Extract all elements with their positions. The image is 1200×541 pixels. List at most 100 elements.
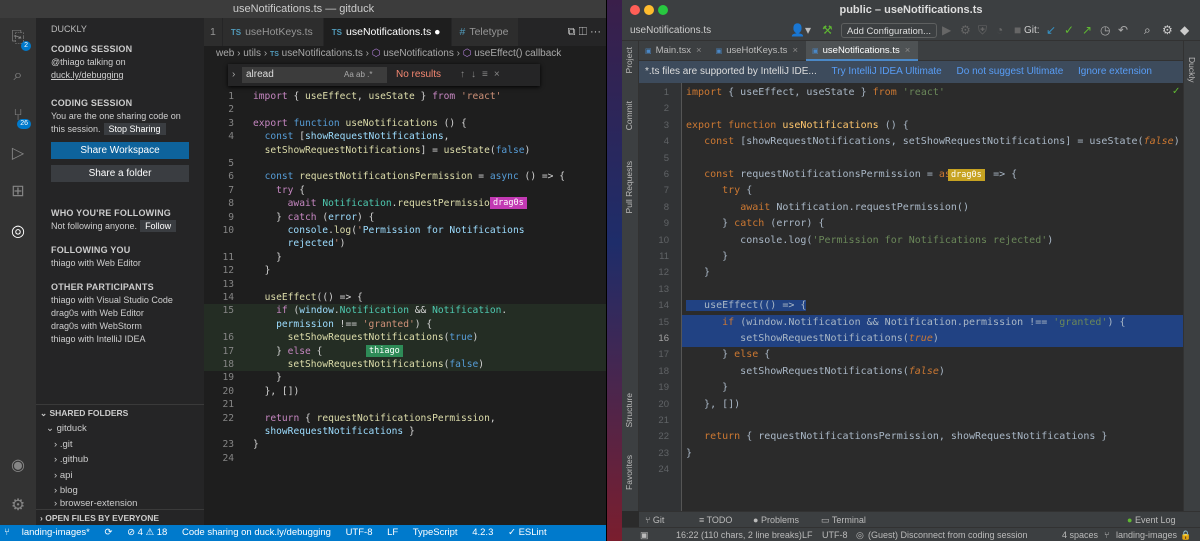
- profile-icon[interactable]: ◔: [996, 20, 1003, 41]
- code-line[interactable]: export function useNotifications () {: [682, 118, 1183, 134]
- code-line[interactable]: [682, 151, 1183, 167]
- settings-gear-icon[interactable]: ⚙: [1162, 20, 1173, 41]
- zoom-window-button[interactable]: [658, 5, 668, 15]
- code-line[interactable]: 22 return { requestNotificationsPermissi…: [204, 412, 606, 425]
- status-encoding[interactable]: UTF-8: [822, 528, 848, 541]
- share-workspace-button[interactable]: Share Workspace: [51, 142, 189, 159]
- caret-position[interactable]: 16:22 (110 chars, 2 line breaks): [676, 528, 802, 541]
- tab-main[interactable]: ▣ Main.tsx ×: [639, 41, 710, 61]
- build-hammer-icon[interactable]: ⚒: [822, 20, 833, 41]
- inspection-ok-icon[interactable]: ✓: [1172, 86, 1180, 97]
- favorites-tool-tab[interactable]: Favorites: [624, 455, 634, 490]
- participant-item[interactable]: thiago with IntelliJ IDEA: [36, 333, 204, 346]
- tab-usehotkeys[interactable]: TS useHotKeys.ts: [222, 18, 324, 46]
- status-ts-version[interactable]: 4.2.3: [472, 527, 493, 538]
- banner-link-do-not-suggest[interactable]: Do not suggest Ultimate: [957, 66, 1064, 77]
- explorer-icon[interactable]: ⎘ 2: [8, 28, 31, 51]
- code-line[interactable]: await Notification.requestPermission(): [682, 200, 1183, 216]
- split-editor-icon[interactable]: ◫: [579, 26, 587, 38]
- update-project-icon[interactable]: ↙: [1046, 20, 1056, 41]
- event-log-tool-tab[interactable]: ● Event Log: [1127, 512, 1175, 528]
- open-files-header[interactable]: › OPEN FILES BY EVERYONE: [36, 509, 204, 525]
- close-window-button[interactable]: [630, 5, 640, 15]
- tree-item[interactable]: › blog: [36, 483, 204, 499]
- branch-icon[interactable]: ⑂: [1104, 528, 1109, 541]
- code-line[interactable]: 10 console.log('Permission for Notificat…: [204, 224, 606, 237]
- participant-item[interactable]: thiago with Visual Studio Code: [36, 294, 204, 307]
- code-line[interactable]: } else {: [682, 347, 1183, 363]
- breadcrumb-item[interactable]: web: [216, 48, 234, 59]
- code-line[interactable]: 21: [204, 398, 606, 411]
- code-line[interactable]: 13: [204, 278, 606, 291]
- code-line[interactable]: console.log('Permission for Notification…: [682, 233, 1183, 249]
- project-file-label[interactable]: useNotifications.ts: [630, 20, 711, 41]
- status-duckly-icon[interactable]: ◎: [856, 528, 864, 541]
- code-line[interactable]: 15 if (window.Notification && Notificati…: [204, 304, 606, 318]
- stop-icon[interactable]: ■: [1014, 20, 1021, 41]
- code-editor[interactable]: import { useEffect, useState } from 'rea…: [682, 83, 1183, 511]
- code-line[interactable]: [682, 101, 1183, 117]
- tab-teletype[interactable]: # Teletype: [451, 18, 520, 46]
- code-line[interactable]: 3 export function useNotifications () {: [204, 117, 606, 130]
- status-eol[interactable]: LF: [387, 527, 398, 538]
- account-icon[interactable]: ◉: [8, 456, 28, 476]
- code-line[interactable]: 9 } catch (error) {: [204, 211, 606, 224]
- code-line[interactable]: return { requestNotificationsPermission,…: [682, 429, 1183, 445]
- breadcrumb-item[interactable]: useNotifications: [383, 48, 454, 59]
- close-tab-icon[interactable]: ×: [696, 45, 702, 56]
- code-line[interactable]: [682, 282, 1183, 298]
- history-icon[interactable]: ◷: [1100, 20, 1110, 41]
- session-link[interactable]: duck.ly/debugging: [36, 69, 204, 82]
- tree-item[interactable]: › api: [36, 468, 204, 484]
- code-line[interactable]: }: [682, 446, 1183, 462]
- commit-tool-tab[interactable]: Commit: [624, 101, 634, 130]
- code-line[interactable]: 6 const requestNotificationsPermission =…: [204, 170, 606, 183]
- arrow-up-icon[interactable]: ↑: [460, 69, 471, 80]
- tree-item[interactable]: › browser-extension: [36, 499, 204, 507]
- tab-overflow[interactable]: 1: [204, 18, 223, 46]
- push-icon[interactable]: ↗: [1082, 20, 1092, 41]
- breadcrumb-item[interactable]: utils: [243, 48, 261, 59]
- code-line[interactable]: showRequestNotifications }: [204, 425, 606, 438]
- code-line[interactable]: [682, 413, 1183, 429]
- close-tab-icon[interactable]: ×: [905, 45, 911, 56]
- code-line[interactable]: 8 await Notification.requestPermission(): [204, 197, 606, 210]
- pull-requests-tool-tab[interactable]: Pull Requests: [624, 161, 634, 213]
- status-problems[interactable]: ⊘ 4 ⚠ 18: [127, 527, 167, 538]
- git-tool-tab[interactable]: ⑂ Git: [645, 512, 664, 528]
- arrow-down-icon[interactable]: ↓: [471, 69, 482, 80]
- run-icon[interactable]: ▶: [942, 20, 951, 41]
- tab-usenotifications[interactable]: ▣ useNotifications.ts ×: [806, 41, 919, 61]
- coverage-icon[interactable]: ⛨: [978, 20, 987, 41]
- problems-tool-tab[interactable]: ● Problems: [753, 512, 799, 528]
- code-line[interactable]: const requestNotificationsPermission = a…: [682, 167, 1183, 183]
- code-line[interactable]: rejected'): [204, 237, 606, 250]
- commit-check-icon[interactable]: ✓: [1064, 20, 1074, 41]
- code-line[interactable]: 16 setShowRequestNotifications(true): [204, 331, 606, 345]
- live-share-icon[interactable]: ⧉: [568, 26, 576, 38]
- tree-item[interactable]: › .git: [36, 437, 204, 453]
- status-eslint[interactable]: ✓ ESLint: [508, 527, 547, 538]
- stop-sharing-button[interactable]: Stop Sharing: [103, 123, 166, 135]
- code-line[interactable]: 18 setShowRequestNotifications(false): [204, 358, 606, 372]
- find-controls[interactable]: ↑↓≡×: [460, 67, 506, 83]
- add-configuration-button[interactable]: Add Configuration...: [841, 23, 937, 38]
- code-line[interactable]: permission !== 'granted') {: [204, 317, 606, 332]
- code-line[interactable]: 5: [204, 157, 606, 170]
- search-icon[interactable]: ⌕: [8, 66, 28, 86]
- find-options[interactable]: Aa ab .*: [344, 67, 372, 83]
- search-icon[interactable]: ⌕: [1144, 20, 1151, 41]
- status-session-message[interactable]: (Guest) Disconnect from coding session: [868, 528, 1028, 541]
- duckly-tool-tab[interactable]: Duckly: [1187, 57, 1197, 83]
- status-branch[interactable]: landing-images: [1116, 528, 1177, 541]
- user-icon[interactable]: 👤▾: [790, 20, 811, 41]
- code-line[interactable]: 12 }: [204, 264, 606, 277]
- code-line[interactable]: 24: [204, 452, 606, 465]
- breadcrumb-item[interactable]: useNotifications.ts: [282, 48, 363, 59]
- code-line[interactable]: 14 useEffect(() => {: [204, 291, 606, 304]
- code-line[interactable]: [682, 462, 1183, 478]
- code-line[interactable]: setShowRequestNotifications(false): [682, 364, 1183, 380]
- extensions-icon[interactable]: ⊞: [8, 182, 28, 202]
- code-line[interactable]: 1 import { useEffect, useState } from 're…: [204, 90, 606, 103]
- code-line[interactable]: 2: [204, 103, 606, 116]
